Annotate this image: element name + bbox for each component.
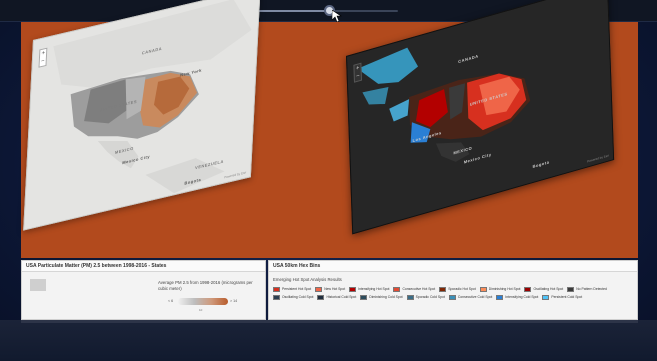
legend-swatch <box>360 294 368 300</box>
legend-label: Sporadic Hot Spot <box>448 287 476 291</box>
screen-bottom-edge <box>21 320 638 323</box>
ramp-high-label: > 14 <box>230 299 238 303</box>
legend-item: Sporadic Cold Spot <box>406 294 445 300</box>
color-ramp <box>178 298 228 305</box>
legend-swatch <box>524 286 532 292</box>
presentation-stage: + − CANADA UNITED STATES New York MEXICO… <box>0 0 657 361</box>
panel-title: USA 50km Hex Bins <box>269 261 637 272</box>
legend-label: Diminishing Cold Spot <box>369 295 403 299</box>
zoom-out-button[interactable]: − <box>40 57 46 67</box>
legend-label: New Hot Spot <box>324 287 346 291</box>
panel-title: USA Particulate Matter (PM) 2.5 between … <box>22 261 265 272</box>
legend-label: Persistent Cold Spot <box>551 295 583 299</box>
ramp-low-label: < 6 <box>168 299 174 303</box>
legend-label: Sporadic Cold Spot <box>415 295 445 299</box>
legend-label: Intensifying Hot Spot <box>358 287 390 291</box>
legend-swatch <box>479 286 487 292</box>
legend-label: Oscillating Hot Spot <box>533 287 564 291</box>
legend-item: Persistent Hot Spot <box>273 286 311 292</box>
legend-label: No Pattern Detected <box>576 287 607 291</box>
legend-item: Historical Cold Spot <box>317 294 356 300</box>
stage-floor <box>0 320 657 361</box>
hotspot-legend-panel: USA 50km Hex Bins Emerging Hot Spot Anal… <box>268 260 638 320</box>
legend-label: Historical Cold Spot <box>326 295 357 299</box>
legend-label: Consecutive Cold Spot <box>457 295 493 299</box>
legend-item: Diminishing Hot Spot <box>479 286 521 292</box>
legend-item: New Hot Spot <box>315 286 345 292</box>
legend-swatch <box>567 286 575 292</box>
legend-item: No Pattern Detected <box>567 286 607 292</box>
legend-item: Persistent Cold Spot <box>542 294 582 300</box>
legend-item: Diminishing Cold Spot <box>360 294 403 300</box>
legend-item: Oscillating Hot Spot <box>524 286 563 292</box>
legend-swatch <box>273 286 280 292</box>
legend-item: Intensifying Hot Spot <box>349 286 389 292</box>
hotspot-legend-list: Persistent Hot Spot New Hot Spot Intensify… <box>273 286 635 300</box>
legend-label: Intensifying Cold Spot <box>505 295 539 299</box>
zoom-control[interactable]: + − <box>353 62 363 83</box>
legend-item: Sporadic Hot Spot <box>439 286 476 292</box>
legend-label: Diminishing Hot Spot <box>488 287 521 291</box>
legend-item: Consecutive Hot Spot <box>393 286 435 292</box>
legend-swatch <box>542 294 550 300</box>
legend-swatch <box>349 286 357 292</box>
legend-swatch <box>317 294 325 300</box>
legend-subheading: Emerging Hot Spot Analysis Results <box>273 277 342 282</box>
zoom-control[interactable]: + − <box>38 47 48 68</box>
legend-item: Intensifying Cold Spot <box>496 294 538 300</box>
legend-swatch <box>439 286 447 292</box>
ramp-mid-label: 10 <box>199 308 203 312</box>
mouse-cursor-icon <box>332 10 342 22</box>
zoom-out-button[interactable]: − <box>355 72 361 82</box>
legend-label: Persistent Hot Spot <box>282 287 312 291</box>
legend-item: Oscillating Cold Spot <box>273 294 313 300</box>
legend-swatch <box>315 286 323 292</box>
legend-swatch <box>273 294 280 300</box>
legend-swatch <box>496 294 504 300</box>
legend-label: Consecutive Hot Spot <box>402 287 436 291</box>
legend-swatch <box>448 294 456 300</box>
legend-swatch <box>406 294 414 300</box>
legend-label: Oscillating Cold Spot <box>282 295 314 299</box>
no-data-swatch <box>30 279 46 291</box>
legend-swatch <box>393 286 401 292</box>
legend-item: Consecutive Cold Spot <box>448 294 493 300</box>
legend-description: Average PM 2.5 from 1998-2016 (microgram… <box>158 280 253 291</box>
pm25-legend-panel: USA Particulate Matter (PM) 2.5 between … <box>21 260 266 320</box>
